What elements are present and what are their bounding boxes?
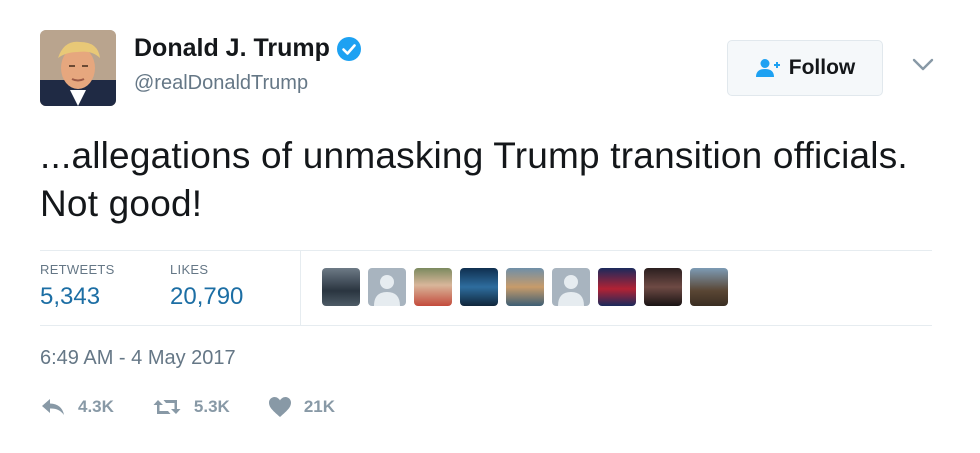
follow-button-label: Follow (788, 56, 856, 79)
verified-badge-icon (336, 36, 362, 62)
author-avatar[interactable] (40, 30, 116, 106)
liker-avatar[interactable] (644, 268, 682, 306)
liker-avatar[interactable] (598, 268, 636, 306)
retweet-icon (153, 400, 181, 414)
stats-separator (300, 251, 301, 325)
likes-count: 20,790 (170, 283, 244, 310)
liker-avatar[interactable] (414, 268, 452, 306)
tweet-timestamp[interactable]: 6:49 AM - 4 May 2017 (40, 347, 236, 370)
liker-avatar-default-icon[interactable] (368, 268, 406, 306)
author-handle[interactable]: @realDonaldTrump (134, 72, 308, 95)
author-name[interactable]: Donald J. Trump (134, 34, 362, 63)
add-user-icon (755, 59, 780, 77)
retweet-count: 5.3K (193, 397, 230, 416)
follow-button[interactable]: Follow (727, 40, 883, 96)
likes-label: LIKES (170, 262, 209, 277)
liker-avatar[interactable] (322, 268, 360, 306)
likes-stat[interactable]: LIKES 20,790 (170, 262, 243, 311)
reply-icon (42, 399, 64, 415)
retweets-stat[interactable]: RETWEETS 5,343 (40, 262, 115, 311)
liker-avatars (322, 268, 736, 306)
more-options-chevron-down-icon[interactable] (912, 58, 934, 77)
tweet-text: ...allegations of unmasking Trump transi… (40, 135, 908, 224)
retweets-count: 5,343 (40, 283, 101, 310)
divider-top (40, 250, 932, 251)
like-count: 21K (303, 397, 336, 416)
retweet-button[interactable]: 5.3K (152, 396, 230, 418)
tweet-actions: 4.3K 5.3K 21K (40, 396, 373, 418)
reply-button[interactable]: 4.3K (40, 397, 114, 417)
retweets-label: RETWEETS (40, 262, 115, 277)
liker-avatar-default-icon[interactable] (552, 268, 590, 306)
liker-avatar[interactable] (690, 268, 728, 306)
reply-count: 4.3K (78, 397, 114, 416)
heart-icon (268, 397, 291, 417)
divider-bottom (40, 325, 932, 326)
liker-avatar[interactable] (506, 268, 544, 306)
author-name-text[interactable]: Donald J. Trump (134, 34, 330, 63)
like-button[interactable]: 21K (268, 396, 335, 418)
liker-avatar[interactable] (460, 268, 498, 306)
